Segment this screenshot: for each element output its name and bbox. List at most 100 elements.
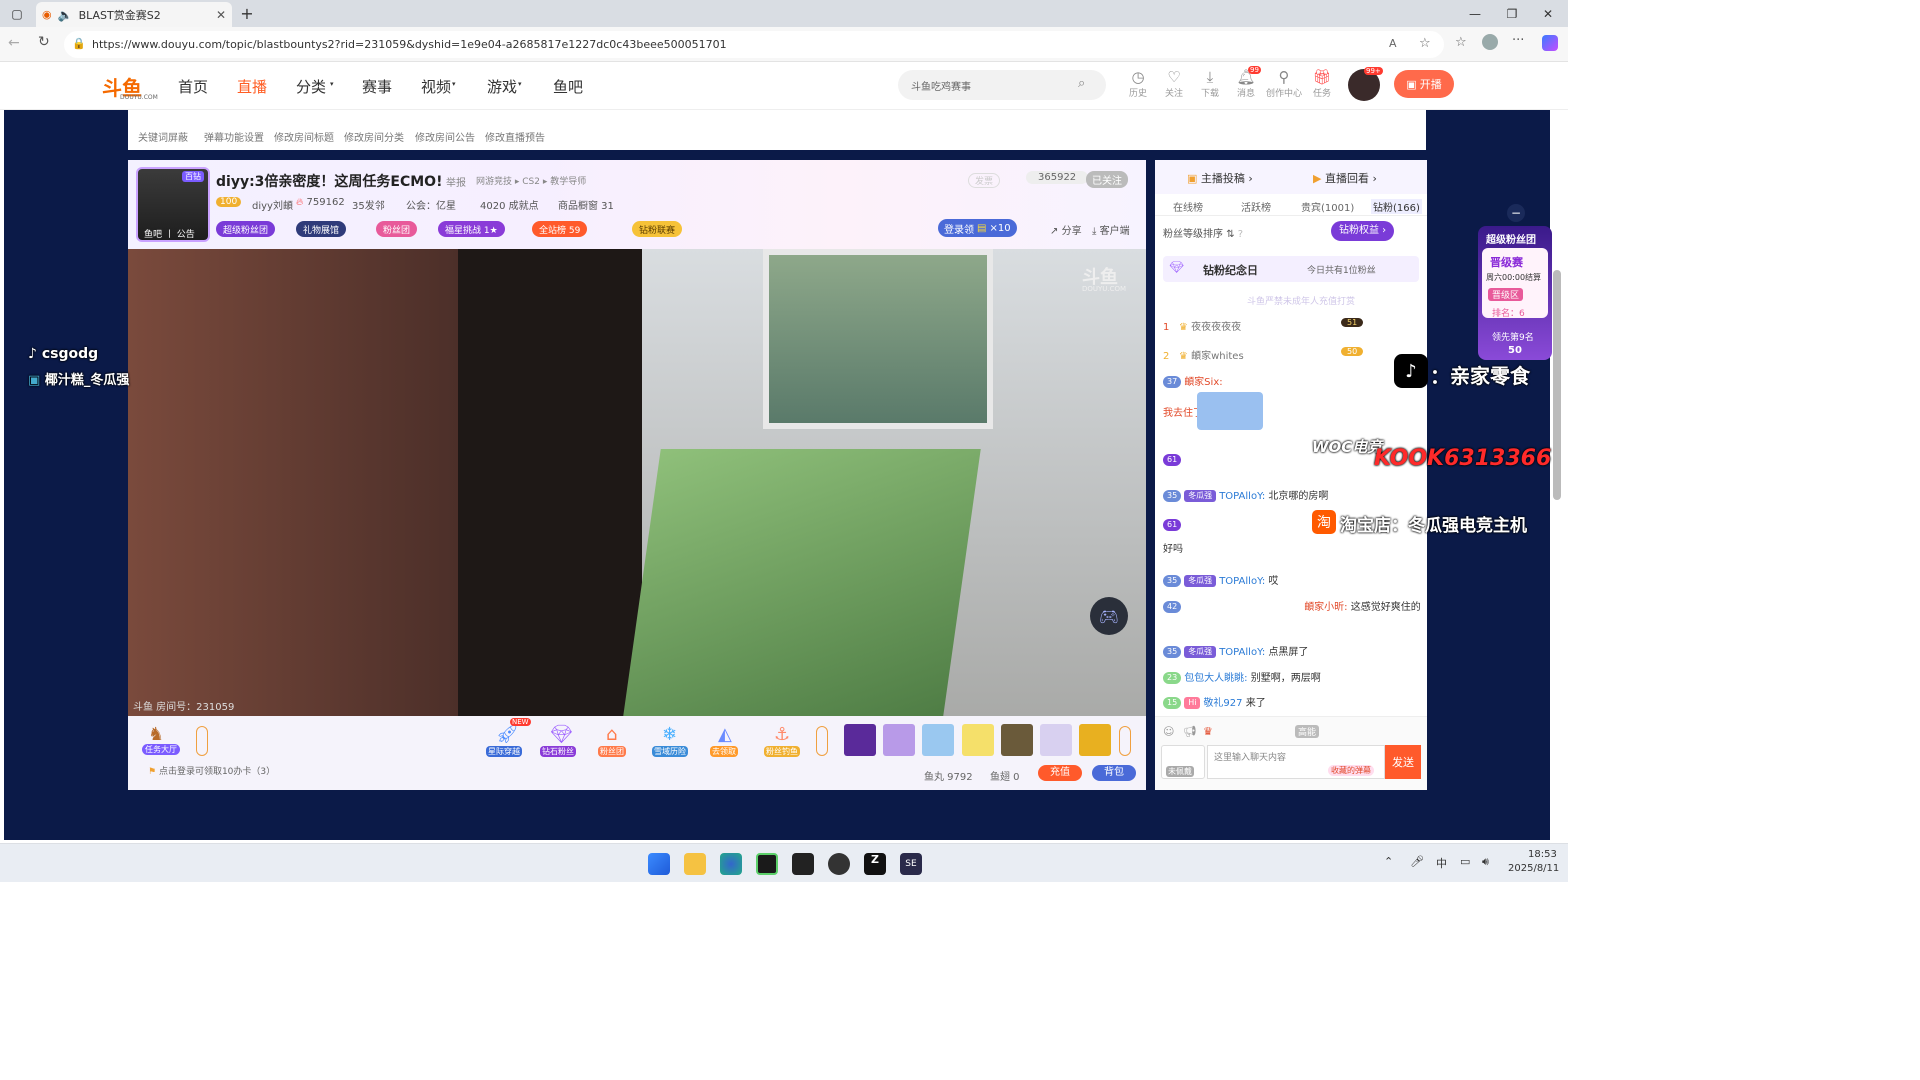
gift-hall-pill[interactable]: 礼物展馆 [296, 221, 347, 237]
broadcast-button[interactable]: ▣ 开播 [1394, 70, 1454, 98]
fan-club-button[interactable]: ⌂ 粉丝团 [594, 722, 642, 758]
close-tab-icon[interactable]: ✕ [216, 8, 226, 22]
new-tab-icon[interactable]: + [237, 4, 257, 23]
gift-slot-2[interactable] [883, 724, 915, 756]
recharge-button[interactable]: 充值 [1038, 765, 1082, 781]
task-button[interactable]: 🎁︎ 任务 [1308, 68, 1336, 99]
clock-time[interactable]: 18:53 [1528, 849, 1557, 860]
diamond-fan-button[interactable]: 💎︎ 钻石粉丝 [538, 722, 586, 758]
saved-danmu-button[interactable]: 收藏的弹幕 [1328, 765, 1374, 776]
tab-diamond[interactable]: 钻粉(166) [1371, 199, 1422, 214]
memorial-bar[interactable]: 💎︎ 钻粉纪念日 今日共有1位粉丝 [1163, 256, 1419, 282]
vote-button[interactable]: 发票 [968, 173, 1001, 188]
nav-category[interactable]: 分类 [296, 76, 326, 97]
search-input[interactable]: 斗鱼吃鸡赛事 ⌕ [898, 70, 1106, 100]
mic-icon[interactable]: 🎤︎ [1410, 855, 1424, 868]
tool-edit-title[interactable]: 修改房间标题 [274, 129, 334, 144]
backpack-button[interactable]: 背包 [1092, 765, 1136, 781]
gamepad-icon[interactable]: 🎮︎ [1090, 597, 1128, 635]
tray-chevron-icon[interactable]: ⌃ [1384, 855, 1393, 868]
lucky-challenge-pill[interactable]: 福星挑战 1★ [438, 221, 505, 237]
tool-keyword-block[interactable]: 关键词屏蔽 [138, 129, 188, 144]
fan-club-pill[interactable]: 粉丝团 [376, 221, 418, 237]
copilot-icon[interactable] [1542, 35, 1558, 51]
url-field[interactable]: 🔒 https://www.douyu.com/topic/blastbount… [64, 31, 1444, 58]
nav-fishbar[interactable]: 鱼吧 [553, 76, 583, 97]
rank-row-2[interactable]: 2 ♛ 頔家whites [1163, 347, 1244, 362]
edge-icon[interactable] [720, 853, 742, 875]
hd-button[interactable]: 高能 [1295, 725, 1320, 738]
audio-icon[interactable]: 🔈 [58, 8, 73, 22]
tool-danmu-settings[interactable]: 弹幕功能设置 [204, 129, 264, 144]
gift-expand-left-icon[interactable] [816, 726, 828, 756]
tab-actions-icon[interactable]: ▢ [6, 4, 28, 23]
profile-icon[interactable] [1482, 34, 1498, 50]
back-icon[interactable]: ← [8, 35, 20, 51]
rank-row-1[interactable]: 1 ♛ 夜夜夜夜夜 [1163, 318, 1241, 333]
nav-home[interactable]: 首页 [178, 76, 208, 97]
volume-icon[interactable]: 🔊︎ [1482, 855, 1489, 869]
badge-selector[interactable]: 未佩戴 [1161, 745, 1205, 779]
gift-slot-7[interactable] [1079, 724, 1111, 756]
clock-date[interactable]: 2025/8/11 [1508, 863, 1559, 874]
history-button[interactable]: ◷ 历史 [1124, 68, 1152, 99]
avatar[interactable]: 99+ [1348, 67, 1383, 101]
interstellar-button[interactable]: 🚀︎ 星际穿越 NEW [484, 718, 532, 758]
message-button[interactable]: 🔔︎ 消息 99 [1232, 66, 1261, 99]
nav-games[interactable]: 游戏 [487, 76, 517, 97]
gift-slot-1[interactable] [844, 724, 876, 756]
nav-live[interactable]: 直播 [237, 76, 267, 97]
tool-edit-category[interactable]: 修改房间分类 [344, 129, 404, 144]
diamond-rights-button[interactable]: 钻粉权益 › [1331, 221, 1395, 241]
snow-adventure-button[interactable]: ❄ 雪域历险 [650, 722, 698, 758]
send-button[interactable]: 发送 [1385, 745, 1421, 779]
tool-edit-preview[interactable]: 修改直播预告 [485, 129, 545, 144]
download-button[interactable]: ⤓ 下载 [1196, 68, 1224, 99]
close-window-icon[interactable]: ✕ [1538, 4, 1558, 23]
claim-button[interactable]: ◭ 去领取 [706, 722, 754, 758]
fan-sort[interactable]: 粉丝等级排序 ⇅ ? [1163, 225, 1243, 240]
task-expand-icon[interactable] [196, 726, 208, 756]
ime-indicator[interactable]: 中 [1436, 855, 1447, 871]
minimize-icon[interactable]: — [1465, 4, 1485, 23]
login-reward-button[interactable]: 登录领 ▤ ×10 [938, 219, 1017, 237]
chat-input[interactable]: 这里输入聊天内容 收藏的弹幕 [1207, 745, 1385, 779]
nav-video[interactable]: 视频 [421, 76, 451, 97]
followed-button[interactable]: 已关注 [1086, 171, 1128, 188]
gift-slot-6[interactable] [1040, 724, 1072, 756]
video-player[interactable]: 斗鱼 DOUYU.COM 🎮︎ 斗鱼 房间号：231059 [128, 249, 1146, 716]
room-category[interactable]: 网游竞技 ▸ CS2 ▸ 教学导师 [476, 174, 586, 187]
replay-tab[interactable]: ▶ 直播回看 › [1313, 170, 1377, 186]
diamond-league-pill[interactable]: 钻粉联赛 [632, 221, 683, 237]
tab-online[interactable]: 在线榜 [1173, 199, 1203, 214]
fan-fishing-button[interactable]: ⚓︎ 粉丝钓鱼 [762, 722, 810, 758]
favorite-icon[interactable]: ☆ [1419, 36, 1431, 51]
browser-tab[interactable]: ◉ 🔈 BLAST赏金赛S2 ✕ [36, 2, 232, 27]
report-link[interactable]: 举报 [446, 174, 466, 189]
login-hint[interactable]: ⚑ 点击登录可领取10办卡（3） [148, 764, 275, 777]
gift-slot-3[interactable] [922, 724, 954, 756]
anchor-submission-tab[interactable]: ▣ 主播投稿 › [1187, 170, 1253, 186]
read-aloud-icon[interactable]: A [1389, 37, 1397, 50]
follow-button[interactable]: ♡ 关注 [1160, 68, 1188, 99]
share-button[interactable]: ↗ 分享 [1050, 222, 1082, 237]
more-icon[interactable]: ··· [1512, 33, 1524, 48]
task-hall-button[interactable]: ♞ 任务大厅 [140, 724, 190, 758]
collapse-icon[interactable]: − [1507, 204, 1525, 222]
tool-edit-notice[interactable]: 修改房间公告 [415, 129, 475, 144]
promo-widget[interactable]: 超级粉丝团 晋级赛 周六00:00结算 晋级区 排名：6 领先第9名 50 [1478, 226, 1552, 360]
page-scrollbar[interactable] [1553, 270, 1561, 500]
shop-window[interactable]: 商品橱窗 31 [558, 197, 614, 212]
tab-active[interactable]: 活跃榜 [1241, 199, 1271, 214]
app-icon-4[interactable]: Z [864, 853, 886, 875]
anchor-name[interactable]: diyy刘頔 [252, 197, 293, 212]
app-icon-1[interactable] [756, 853, 778, 875]
app-icon-5[interactable]: SE [900, 853, 922, 875]
gift-expand-right-icon[interactable] [1119, 726, 1131, 756]
gift-slot-5[interactable] [1001, 724, 1033, 756]
start-icon[interactable] [648, 853, 670, 875]
client-button[interactable]: ⤓ 客户端 [1092, 222, 1130, 237]
app-icon-3[interactable] [828, 853, 850, 875]
nav-events[interactable]: 赛事 [362, 76, 392, 97]
search-icon[interactable]: ⌕ [1078, 76, 1085, 91]
